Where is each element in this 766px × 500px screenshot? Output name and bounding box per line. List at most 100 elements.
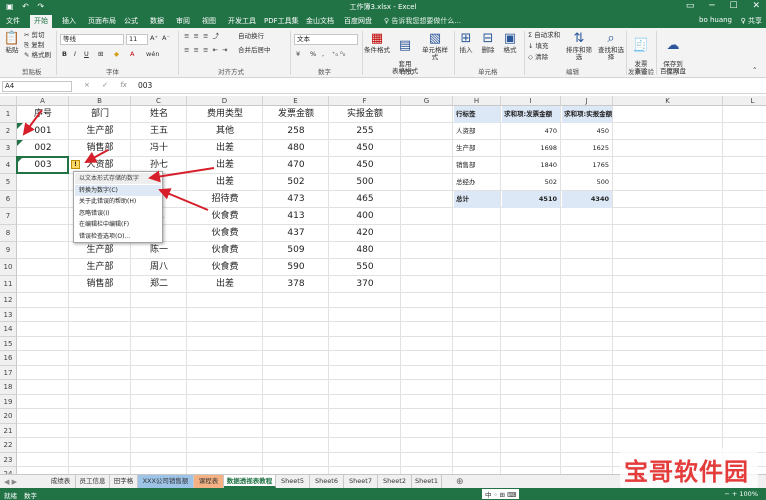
row-header-5[interactable]: 5 <box>0 174 17 191</box>
column-header-e[interactable]: E <box>263 96 329 106</box>
percent-button[interactable]: % <box>310 50 316 58</box>
ribbon-display-icon[interactable]: ▭ <box>686 1 695 11</box>
sheet-tab[interactable]: 课程表 <box>194 475 224 488</box>
sheet-tab[interactable]: XXX公司销售额 <box>138 475 194 488</box>
row-header-17[interactable]: 17 <box>0 365 17 380</box>
select-all-corner[interactable] <box>0 96 17 106</box>
paste-button[interactable]: 📋 粘贴 <box>3 32 21 54</box>
tab-kdocs[interactable]: 金山文档 <box>306 16 334 26</box>
table-cell[interactable]: 258 <box>263 123 329 140</box>
tab-baidu-netdisk[interactable]: 百度网盘 <box>344 16 372 26</box>
user-name[interactable]: bo huang <box>699 16 732 24</box>
row-header-1[interactable]: 1 <box>0 106 17 123</box>
table-cell[interactable]: 王五 <box>131 123 187 140</box>
tab-data[interactable]: 数据 <box>150 16 164 26</box>
row-header-7[interactable]: 7 <box>0 208 17 225</box>
row-header-10[interactable]: 10 <box>0 259 17 276</box>
format-cells-button[interactable]: ▣ 格式 <box>500 32 520 54</box>
number-format-combo[interactable]: 文本 <box>294 34 358 45</box>
delete-cells-button[interactable]: ⊟ 删除 <box>478 32 498 54</box>
table-cell[interactable]: 470 <box>263 157 329 174</box>
row-header-16[interactable]: 16 <box>0 351 17 366</box>
table-cell[interactable]: 周八 <box>131 259 187 276</box>
table-cell[interactable]: 420 <box>329 225 401 242</box>
close-icon[interactable]: ✕ <box>752 1 760 11</box>
column-header-d[interactable]: D <box>187 96 263 106</box>
row-header-12[interactable]: 12 <box>0 293 17 308</box>
row-header-14[interactable]: 14 <box>0 322 17 337</box>
table-cell[interactable]: 450 <box>329 140 401 157</box>
tab-file[interactable]: 文件 <box>6 16 20 26</box>
table-cell[interactable]: 437 <box>263 225 329 242</box>
autosum-button[interactable]: Σ 自动求和 <box>528 31 560 39</box>
table-cell[interactable]: 伙食费 <box>187 259 263 276</box>
table-cell[interactable]: 480 <box>329 242 401 259</box>
table-cell[interactable]: 出差 <box>187 174 263 191</box>
share-button[interactable]: ♀ 共享 <box>741 16 762 26</box>
sheet-tab[interactable]: 田字格 <box>110 475 138 488</box>
italic-button[interactable]: I <box>74 50 76 58</box>
pivot-cell[interactable]: 470 <box>502 123 560 140</box>
column-header-h[interactable]: H <box>453 96 501 106</box>
table-cell[interactable]: 413 <box>263 208 329 225</box>
menu-item-error-check-options[interactable]: 错误检查选项(O)... <box>75 231 161 242</box>
font-name-combo[interactable]: 等线 <box>60 34 124 45</box>
pivot-cell[interactable]: 1765 <box>562 157 612 174</box>
enter-icon[interactable]: ✓ <box>102 81 108 89</box>
table-cell[interactable]: 生产部 <box>69 123 131 140</box>
pivot-header-cell[interactable]: 求和项:实报金额 <box>562 106 612 123</box>
menu-item-edit-in-formula-bar[interactable]: 在编辑栏中编辑(F) <box>75 219 161 230</box>
align-top-icons[interactable]: ≡ ≡ ≡ ⤴ <box>184 32 220 40</box>
pivot-cell[interactable]: 人资部 <box>454 123 500 140</box>
fill-button[interactable]: ↓ 填充 <box>528 42 549 50</box>
font-size-combo[interactable]: 11 <box>126 34 148 45</box>
table-cell[interactable]: 陈一 <box>131 242 187 259</box>
column-header-f[interactable]: F <box>329 96 401 106</box>
tab-home[interactable]: 开始 <box>30 15 52 28</box>
column-header-c[interactable]: C <box>131 96 187 106</box>
pivot-cell[interactable]: 总经办 <box>454 174 500 191</box>
table-cell[interactable]: 伙食费 <box>187 225 263 242</box>
table-cell[interactable]: 502 <box>263 174 329 191</box>
pivot-cell[interactable]: 1840 <box>502 157 560 174</box>
sheet-tab[interactable]: 数据透视表教程 <box>224 475 276 488</box>
table-cell[interactable]: 378 <box>263 276 329 293</box>
row-header-15[interactable]: 15 <box>0 336 17 351</box>
sheet-tab[interactable]: 员工信息 <box>76 475 110 488</box>
table-cell[interactable]: 招待费 <box>187 191 263 208</box>
comma-button[interactable]: , <box>322 50 324 58</box>
tab-page-layout[interactable]: 页面布局 <box>88 16 116 26</box>
sheet-tab[interactable]: Sheet1 <box>412 475 442 488</box>
grow-font-button[interactable]: A⁺ <box>150 34 158 42</box>
column-header-j[interactable]: J <box>561 96 613 106</box>
underline-button[interactable]: U <box>84 50 89 58</box>
worksheet-grid[interactable]: A B C D E F G H I J K L 1 2 3 4 5 6 7 8 9 10 11 12 13 14 15 16 17 18 1… <box>0 96 766 496</box>
table-cell[interactable]: 465 <box>329 191 401 208</box>
table-cell[interactable]: 冯十 <box>131 140 187 157</box>
font-color-icon[interactable]: A <box>130 50 134 58</box>
row-header-13[interactable]: 13 <box>0 307 17 322</box>
table-cell[interactable]: 450 <box>329 157 401 174</box>
tab-formulas[interactable]: 公式 <box>124 16 138 26</box>
table-cell[interactable]: 销售部 <box>69 140 131 157</box>
table-cell[interactable]: 509 <box>263 242 329 259</box>
table-cell[interactable]: 伙食费 <box>187 208 263 225</box>
row-header-3[interactable]: 3 <box>0 140 17 157</box>
table-cell[interactable]: 郑二 <box>131 276 187 293</box>
table-cell[interactable]: 473 <box>263 191 329 208</box>
table-header-cell[interactable]: 发票金额 <box>263 106 329 123</box>
copy-button[interactable]: ⎘ 复制 <box>24 41 44 49</box>
table-header-cell[interactable]: 部门 <box>69 106 131 123</box>
fill-color-icon[interactable]: ◆ <box>114 50 119 58</box>
tab-review[interactable]: 审阅 <box>176 16 190 26</box>
fx-icon[interactable]: fx <box>120 81 127 89</box>
pivot-cell[interactable]: 500 <box>562 174 612 191</box>
sheet-nav-arrows[interactable]: ◀ ▶ <box>4 478 17 486</box>
table-header-cell[interactable]: 序号 <box>17 106 69 123</box>
row-header-18[interactable]: 18 <box>0 380 17 395</box>
table-cell[interactable]: 500 <box>329 174 401 191</box>
pivot-cell[interactable]: 1698 <box>502 140 560 157</box>
bold-button[interactable]: B <box>62 50 67 58</box>
cancel-icon[interactable]: × <box>84 81 90 89</box>
add-sheet-icon[interactable]: ⊕ <box>456 477 464 487</box>
